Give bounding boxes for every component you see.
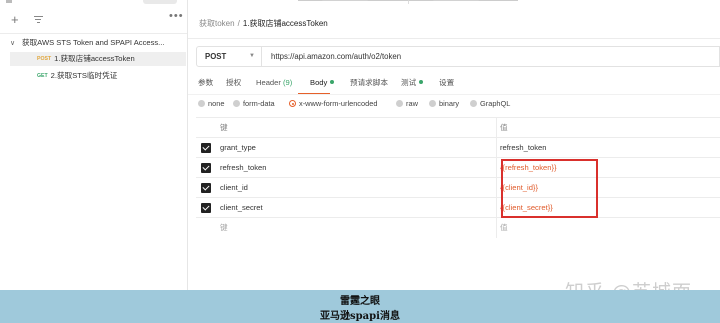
radio-label: binary	[439, 99, 460, 108]
method-badge: POST	[37, 56, 52, 62]
table-row: client_secret {{client_secret}}	[196, 197, 720, 218]
tab-settings[interactable]: 设置	[439, 77, 454, 89]
new-param-key-input[interactable]: 键	[220, 218, 228, 238]
tab-header-count: (9)	[283, 78, 293, 87]
radio-binary[interactable]: binary	[429, 98, 459, 110]
radio-form-data[interactable]: form-data	[233, 98, 275, 110]
radio-icon	[233, 100, 240, 107]
tree-item-request-2[interactable]: GET 2.获取STS临时凭证	[10, 69, 186, 83]
tree-item-label: 1.获取店铺accessToken	[54, 54, 135, 63]
column-header-key: 键	[220, 123, 228, 132]
table-row: refresh_token {{refresh_token}}	[196, 157, 720, 178]
breadcrumb-current: 1.获取店铺accessToken	[242, 19, 328, 28]
radio-label: x-www-form-urlencoded	[299, 99, 378, 108]
radio-label: raw	[406, 99, 418, 108]
params-table: 键 值 grant_type refresh_token refresh_tok…	[196, 117, 720, 238]
row-checkbox[interactable]	[201, 143, 211, 153]
tabs-divider	[188, 94, 720, 95]
tab-auth[interactable]: 授权	[226, 77, 241, 89]
radio-icon	[396, 100, 403, 107]
sidebar-top-edge	[6, 0, 12, 3]
caption-banner: 雷霆之眼 亚马逊spapi消息	[0, 290, 720, 323]
url-input[interactable]: https://api.amazon.com/auth/o2/token	[271, 47, 401, 66]
table-row-new: 键 值	[196, 217, 720, 238]
tab-pre-request-script[interactable]: 预请求脚本	[350, 77, 388, 89]
param-key[interactable]: refresh_token	[220, 158, 266, 178]
radio-graphql[interactable]: GraphQL	[470, 98, 510, 110]
tree-item-label: 2.获取STS临时凭证	[50, 71, 118, 80]
radio-label: GraphQL	[480, 99, 511, 108]
method-badge: GET	[37, 73, 48, 79]
header-divider	[188, 38, 720, 39]
method-value: POST	[205, 52, 227, 61]
tree-folder[interactable]: ∨ 获取AWS STS Token and SPAPI Access...	[10, 37, 186, 49]
sidebar-top-button[interactable]	[143, 0, 177, 4]
request-tab[interactable]	[298, 0, 408, 4]
sidebar-divider	[0, 33, 187, 34]
add-icon[interactable]: +	[11, 12, 19, 28]
tab-tests-label: 测试	[401, 78, 417, 87]
column-header-value: 值	[500, 123, 508, 132]
app-window: + ••• ∨ 获取AWS STS Token and SPAPI Access.…	[0, 0, 720, 323]
row-checkbox[interactable]	[201, 163, 211, 173]
radio-selected-icon	[289, 100, 296, 107]
tree-folder-label: 获取AWS STS Token and SPAPI Access...	[22, 38, 165, 47]
new-param-value-input[interactable]: 值	[500, 218, 508, 238]
tab-header[interactable]: Header (9)	[256, 77, 292, 89]
breadcrumb-parent[interactable]: 获取token	[199, 19, 235, 28]
more-icon[interactable]: •••	[169, 10, 184, 22]
banner-line-1: 雷霆之眼	[340, 296, 380, 307]
row-checkbox[interactable]	[201, 203, 211, 213]
tab-body[interactable]: Body	[310, 77, 335, 89]
status-dot-icon	[419, 80, 424, 84]
param-key[interactable]: grant_type	[220, 138, 256, 158]
tab-params[interactable]: 参数	[198, 77, 213, 89]
sidebar: + ••• ∨ 获取AWS STS Token and SPAPI Access.…	[0, 0, 188, 290]
tab-tests[interactable]: 测试	[401, 77, 424, 89]
tab-body-label: Body	[310, 78, 328, 87]
radio-icon	[429, 100, 436, 107]
url-bar: POST ▼ https://api.amazon.com/auth/o2/to…	[196, 46, 720, 67]
param-value[interactable]: refresh_token	[500, 138, 546, 158]
table-row: client_id {{client_id}}	[196, 177, 720, 198]
breadcrumb-separator: /	[237, 19, 240, 28]
sidebar-toolbar: + •••	[0, 10, 187, 32]
tree-item-request-1[interactable]: POST 1.获取店铺accessToken	[10, 52, 186, 66]
table-header-row: 键 值	[196, 117, 720, 138]
banner-line-2: 亚马逊spapi消息	[320, 311, 400, 322]
annotation-highlight-box	[501, 159, 598, 218]
param-key[interactable]: client_secret	[220, 198, 263, 218]
chevron-down-icon: ▼	[249, 53, 255, 59]
radio-label: none	[208, 99, 225, 108]
table-row: grant_type refresh_token	[196, 137, 720, 158]
param-key[interactable]: client_id	[220, 178, 248, 198]
chevron-down-icon[interactable]: ∨	[10, 38, 22, 49]
breadcrumb: 获取token/1.获取店铺accessToken	[199, 18, 328, 30]
radio-icon	[470, 100, 477, 107]
request-tab[interactable]	[408, 0, 518, 4]
row-checkbox[interactable]	[201, 183, 211, 193]
radio-icon	[198, 100, 205, 107]
tab-header-label: Header	[256, 78, 281, 87]
radio-label: form-data	[243, 99, 275, 108]
method-select[interactable]: POST ▼	[197, 47, 262, 66]
radio-none[interactable]: none	[198, 98, 224, 110]
filter-icon[interactable]	[33, 16, 43, 26]
radio-x-www-form-urlencoded[interactable]: x-www-form-urlencoded	[289, 98, 377, 110]
status-dot-icon	[330, 80, 335, 84]
radio-raw[interactable]: raw	[396, 98, 418, 110]
